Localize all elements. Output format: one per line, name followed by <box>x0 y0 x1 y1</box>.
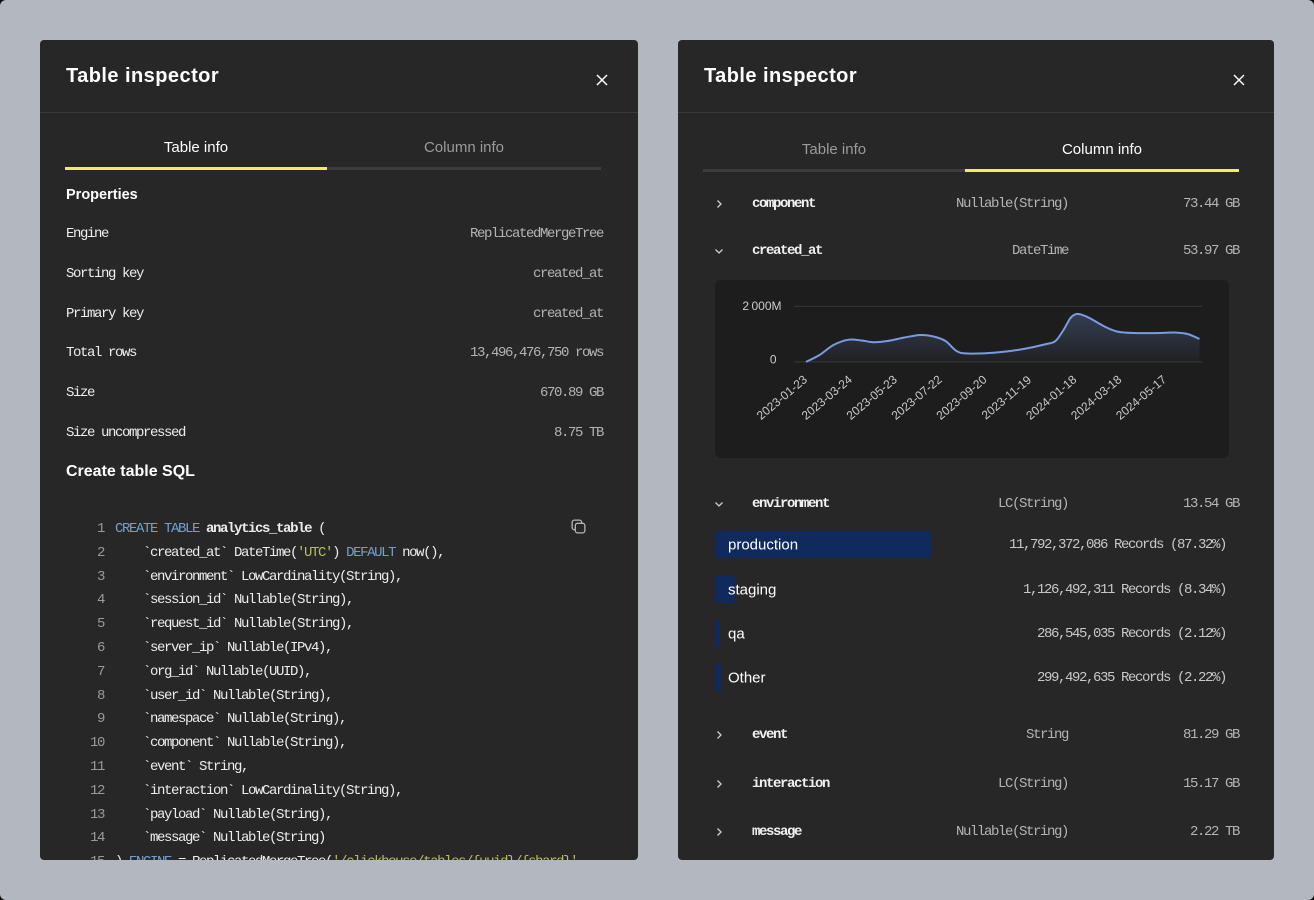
svg-text:2 000M: 2 000M <box>742 299 781 313</box>
svg-text:0: 0 <box>770 352 777 366</box>
svg-text:2024-05-17: 2024-05-17 <box>1113 372 1169 422</box>
